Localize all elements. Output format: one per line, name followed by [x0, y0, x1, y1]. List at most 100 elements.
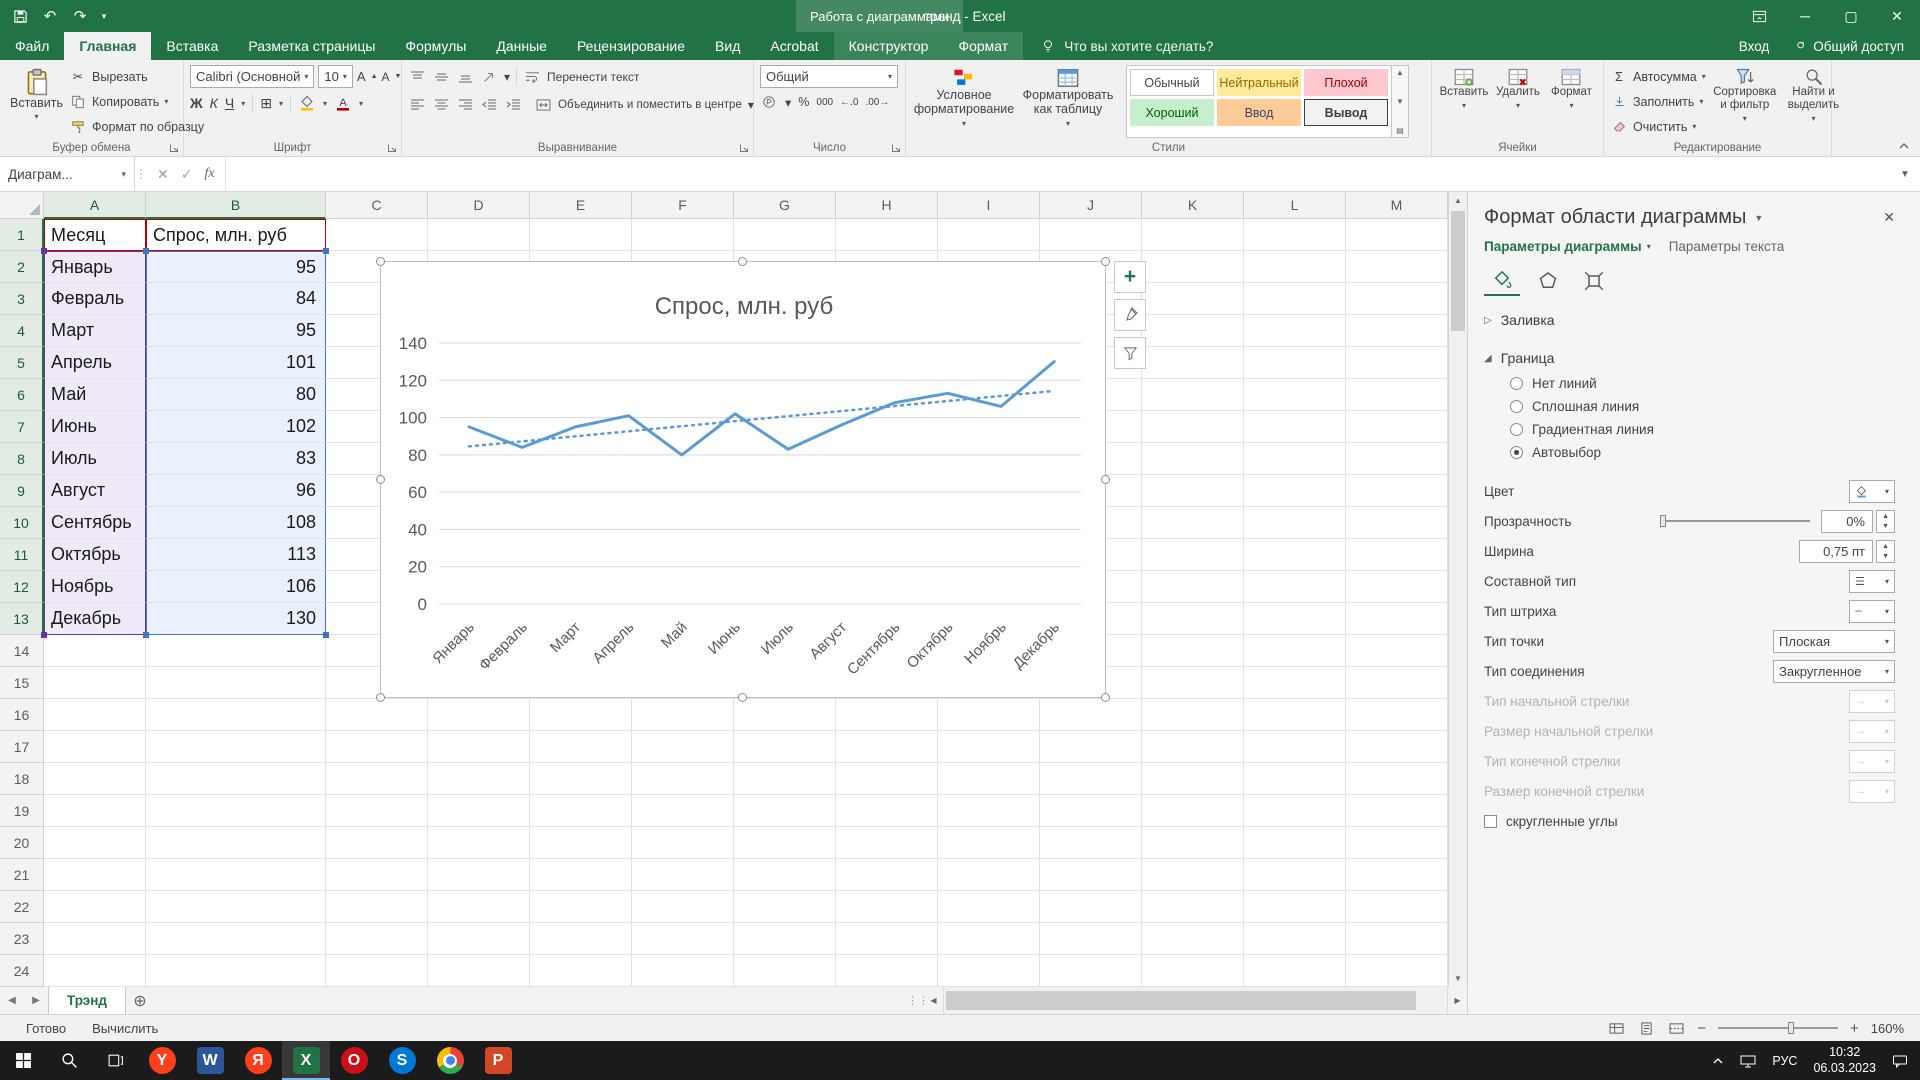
conditional-formatting-button[interactable]: Условное форматирование ▾ [912, 65, 1016, 138]
cell-L3[interactable] [1244, 283, 1346, 315]
chart-resize-handle[interactable] [1101, 693, 1110, 702]
name-box-caret[interactable]: ▾ [121, 169, 126, 180]
cell-K23[interactable] [1142, 923, 1244, 955]
cell-F22[interactable] [632, 891, 734, 923]
cell-J23[interactable] [1040, 923, 1142, 955]
cell-F16[interactable] [632, 699, 734, 731]
col-header-I[interactable]: I [938, 192, 1040, 219]
cell-A9[interactable]: Август [44, 475, 146, 507]
cell-B16[interactable] [146, 699, 326, 731]
cell-C1[interactable] [326, 219, 428, 251]
cell-J20[interactable] [1040, 827, 1142, 859]
cell-L14[interactable] [1244, 635, 1346, 667]
undo-button[interactable]: ↶ [36, 3, 64, 29]
cell-J16[interactable] [1040, 699, 1142, 731]
cell-B14[interactable] [146, 635, 326, 667]
style-chip-Нейтральный[interactable]: Нейтральный [1217, 69, 1301, 96]
align-center-icon[interactable] [432, 97, 450, 113]
cell-C23[interactable] [326, 923, 428, 955]
fill-button[interactable]: Заполнить▾ [1610, 90, 1706, 113]
chart-elements-button[interactable]: + [1114, 261, 1146, 293]
increase-indent-icon[interactable] [504, 97, 522, 113]
cell-A18[interactable] [44, 763, 146, 795]
align-bottom-icon[interactable] [456, 69, 474, 85]
cell-E19[interactable] [530, 795, 632, 827]
cell-A22[interactable] [44, 891, 146, 923]
cell-J19[interactable] [1040, 795, 1142, 827]
cell-H1[interactable] [836, 219, 938, 251]
underline-button[interactable]: Ч [225, 95, 234, 111]
cell-K8[interactable] [1142, 443, 1244, 475]
style-chip-Обычный[interactable]: Обычный [1130, 69, 1214, 96]
chart-filters-button[interactable] [1114, 337, 1146, 369]
cell-I16[interactable] [938, 699, 1040, 731]
increase-font-button[interactable]: А▲ [357, 65, 378, 88]
align-top-icon[interactable] [408, 69, 426, 85]
cell-M15[interactable] [1346, 667, 1448, 699]
value-range-handle[interactable] [323, 632, 329, 638]
cell-D17[interactable] [428, 731, 530, 763]
cell-L2[interactable] [1244, 251, 1346, 283]
collapse-ribbon-button[interactable] [1898, 141, 1910, 150]
row-header-7[interactable]: 7 [0, 411, 44, 443]
cell-K16[interactable] [1142, 699, 1244, 731]
cell-F20[interactable] [632, 827, 734, 859]
border-width-value[interactable]: 0,75 пт [1799, 540, 1873, 563]
cell-F1[interactable] [632, 219, 734, 251]
taskbar-app-opera[interactable]: O [330, 1041, 378, 1080]
zoom-level[interactable]: 160% [1871, 1021, 1904, 1036]
cell-J24[interactable] [1040, 955, 1142, 987]
chart-resize-handle[interactable] [738, 693, 747, 702]
cell-I24[interactable] [938, 955, 1040, 987]
taskbar-app-skype[interactable]: S [378, 1041, 426, 1080]
cell-K13[interactable] [1142, 603, 1244, 635]
align-right-icon[interactable] [456, 97, 474, 113]
ribbon-tab-7[interactable]: Вид [700, 32, 755, 60]
cell-B4[interactable]: 95 [146, 315, 326, 347]
value-range-handle[interactable] [323, 248, 329, 254]
cap-type-dropdown[interactable]: Плоская▾ [1773, 630, 1895, 653]
taskbar-app-word[interactable]: W [186, 1041, 234, 1080]
cell-L16[interactable] [1244, 699, 1346, 731]
cell-H23[interactable] [836, 923, 938, 955]
col-header-B[interactable]: B [146, 192, 326, 219]
pane-options-caret[interactable]: ▼ [1754, 213, 1763, 223]
fill-color-caret[interactable]: ▾ [323, 99, 327, 108]
cell-H22[interactable] [836, 891, 938, 923]
cell-I23[interactable] [938, 923, 1040, 955]
cell-F21[interactable] [632, 859, 734, 891]
row-header-6[interactable]: 6 [0, 379, 44, 411]
style-chip-Плохой[interactable]: Плохой [1304, 69, 1388, 96]
effects-icon[interactable] [1530, 266, 1566, 296]
cell-A6[interactable]: Май [44, 379, 146, 411]
embedded-chart[interactable]: 020406080100120140Спрос, млн. рубЯнварьФ… [380, 261, 1106, 698]
taskbar-app-yandex-search[interactable]: Я [234, 1041, 282, 1080]
cell-B18[interactable] [146, 763, 326, 795]
row-header-10[interactable]: 10 [0, 507, 44, 539]
font-color-button[interactable]: А [334, 95, 352, 111]
chart-resize-handle[interactable] [376, 693, 385, 702]
row-header-18[interactable]: 18 [0, 763, 44, 795]
page-layout-view-button[interactable] [1637, 1020, 1655, 1036]
gallery-more-icon[interactable]: ▤ [1396, 126, 1404, 135]
col-header-E[interactable]: E [530, 192, 632, 219]
cell-A16[interactable] [44, 699, 146, 731]
number-dialog-launcher[interactable] [891, 143, 901, 153]
chart-resize-handle[interactable] [376, 257, 385, 266]
cell-I21[interactable] [938, 859, 1040, 891]
cell-F18[interactable] [632, 763, 734, 795]
cell-G16[interactable] [734, 699, 836, 731]
style-chip-Ввод[interactable]: Ввод [1217, 99, 1301, 126]
row-header-17[interactable]: 17 [0, 731, 44, 763]
transparency-slider[interactable] [1660, 520, 1810, 522]
cell-L12[interactable] [1244, 571, 1346, 603]
cell-H17[interactable] [836, 731, 938, 763]
taskbar-app-powerpoint[interactable]: P [474, 1041, 522, 1080]
row-header-1[interactable]: 1 [0, 219, 44, 251]
border-radio-row-2[interactable]: Градиентная линия [1484, 418, 1895, 441]
cell-E16[interactable] [530, 699, 632, 731]
cell-H16[interactable] [836, 699, 938, 731]
cell-I22[interactable] [938, 891, 1040, 923]
pane-tab-chart-options[interactable]: Параметры диаграммы▾ [1484, 239, 1651, 254]
col-header-K[interactable]: K [1142, 192, 1244, 219]
